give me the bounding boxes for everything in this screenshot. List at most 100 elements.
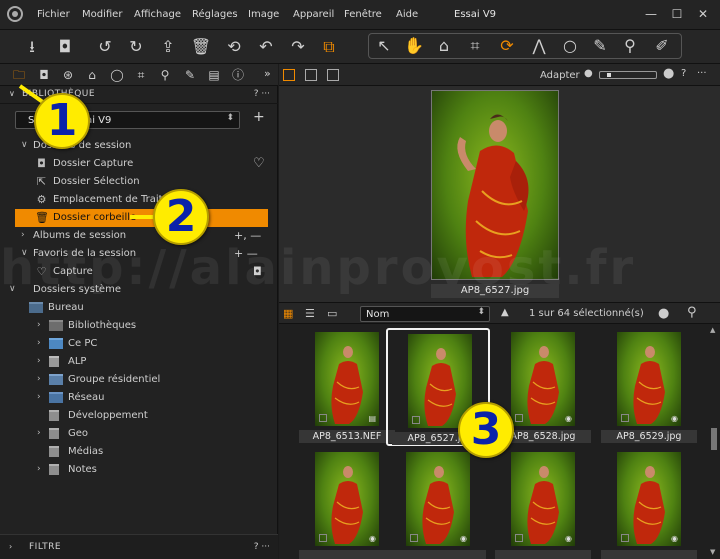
thumbnail[interactable]: ◉ [295, 448, 399, 559]
sort-direction-icon[interactable]: ▲ [501, 307, 509, 318]
select-icon[interactable]: ↖ [373, 35, 395, 57]
chevron-right-icon[interactable]: › [37, 356, 41, 366]
compare-view-icon[interactable] [327, 69, 339, 81]
scrollbar-thumb[interactable] [711, 428, 717, 450]
multi-view-icon[interactable] [283, 69, 295, 81]
pan-icon[interactable]: ✋ [403, 35, 425, 57]
menu-image[interactable]: Image [248, 9, 279, 20]
zoom-slider-thumb[interactable] [607, 73, 611, 77]
chevron-right-icon[interactable]: › [9, 542, 12, 551]
capture-icon[interactable]: ◘ [54, 36, 76, 58]
chevron-right-icon[interactable]: › [37, 464, 41, 474]
variants-icon[interactable]: ⧉ [318, 36, 340, 58]
undo-icon[interactable]: ⟲ [223, 36, 245, 58]
thumbnail-image[interactable]: ◉ [617, 332, 681, 426]
thumbnail-checkbox[interactable] [319, 414, 327, 422]
redo-icon[interactable]: ↷ [287, 36, 309, 58]
chevron-right-icon[interactable]: › [37, 428, 41, 438]
folder-selection[interactable]: ⇱ Dossier Sélection [0, 173, 278, 191]
capture-tab-icon[interactable]: ◘ [34, 66, 54, 84]
brush-icon[interactable]: ✎ [589, 35, 611, 57]
heart-icon[interactable]: ♡ [253, 156, 265, 171]
thumbnail-image[interactable]: ▤ [315, 332, 379, 426]
chevron-down-icon[interactable]: ∨ [9, 89, 15, 98]
chevron-right-icon[interactable]: › [37, 374, 41, 384]
browser-scrollbar[interactable]: ▲ ▼ [710, 326, 718, 556]
menu-appareil[interactable]: Appareil [293, 9, 334, 20]
sort-select[interactable]: Nom ⬍ [360, 306, 490, 322]
scroll-down-icon[interactable]: ▼ [710, 548, 715, 556]
session-albums-header[interactable]: › Albums de session +, — [0, 227, 278, 245]
folder-capture[interactable]: ◘ Dossier Capture ♡ [0, 155, 278, 173]
undo-one-icon[interactable]: ↶ [255, 36, 277, 58]
menu-aide[interactable]: Aide [396, 9, 418, 20]
thumbnail[interactable]: ◉ AP8_6529.jpg [597, 328, 701, 446]
mask-icon[interactable]: ○ [559, 35, 581, 57]
thumbnail[interactable]: ▤ AP8_6513.NEF [295, 328, 399, 446]
filmstrip-view-icon[interactable]: ▭ [327, 307, 337, 320]
folder-output[interactable]: ⚙ Emplacement de Traitement [0, 191, 278, 209]
search-icon[interactable]: ⚲ [687, 305, 697, 320]
chevron-right-icon[interactable]: › [21, 230, 25, 240]
chevron-down-icon[interactable]: ∨ [21, 248, 28, 258]
library-tab-icon[interactable]: 🗀 [9, 66, 29, 84]
sys-folder-row[interactable]: Bureau [0, 299, 278, 317]
import-icon[interactable]: ⭳ [21, 36, 43, 58]
thumbnail-checkbox[interactable] [621, 414, 629, 422]
thumbnail-checkbox[interactable] [319, 534, 327, 542]
grid-view-icon[interactable]: ▦ [283, 307, 293, 320]
sys-folder-row[interactable]: › Geo [0, 425, 278, 443]
filter-header-controls[interactable]: ? ··· [254, 542, 270, 552]
fit-label[interactable]: Adapter [540, 70, 580, 81]
sys-folder-row[interactable]: Développement [0, 407, 278, 425]
rotate-left-icon[interactable]: ↺ [94, 36, 116, 58]
close-button[interactable]: ✕ [696, 7, 710, 21]
rotate-right-icon[interactable]: ↻ [125, 36, 147, 58]
metadata-tab-icon[interactable]: ▤ [204, 66, 224, 84]
scroll-up-icon[interactable]: ▲ [710, 326, 715, 334]
crop-icon[interactable]: ⌗ [464, 35, 486, 57]
color-tab-icon[interactable]: ⊛ [58, 66, 78, 84]
add-library-button[interactable]: + [253, 109, 265, 125]
thumbnail-image[interactable]: ◉ [315, 452, 379, 546]
thumbnail[interactable]: ◉ [491, 448, 595, 559]
loupe-icon[interactable]: ⌂ [433, 35, 455, 57]
favorites-controls[interactable]: + — [234, 247, 258, 260]
person-icon[interactable]: ● [658, 306, 669, 321]
thumbnail-checkbox[interactable] [412, 416, 420, 424]
thumbnail[interactable]: ◉ [597, 448, 701, 559]
sys-folder-row[interactable]: › ALP [0, 353, 278, 371]
lens-tab-icon[interactable]: ◯ [107, 66, 127, 84]
sys-folder-row[interactable]: Médias [0, 443, 278, 461]
viewer-photo[interactable] [431, 90, 559, 280]
annotation-icon[interactable]: ✐ [651, 35, 673, 57]
chevron-down-icon[interactable]: ∨ [9, 284, 16, 294]
menu-fenetre[interactable]: Fenêtre [344, 9, 382, 20]
chevron-right-icon[interactable]: › [37, 392, 41, 402]
trash-icon[interactable]: 🗑 [190, 36, 212, 58]
session-favorites-header[interactable]: ∨ Favoris de la session + — [0, 245, 278, 263]
thumbnail-checkbox[interactable] [410, 534, 418, 542]
rotate-icon[interactable]: ⟳ [496, 35, 518, 57]
eyedropper-icon[interactable]: ⚲ [619, 35, 641, 57]
minimize-button[interactable]: — [644, 7, 658, 21]
chevron-right-icon[interactable]: › [37, 320, 41, 330]
sys-folder-row[interactable]: › Groupe résidentiel [0, 371, 278, 389]
thumbnail[interactable]: ◉ [386, 448, 490, 559]
sys-folder-row[interactable]: › Ce PC [0, 335, 278, 353]
zoom-slider[interactable] [599, 71, 657, 79]
composition-tab-icon[interactable]: ⌗ [131, 66, 151, 84]
thumbnail-checkbox[interactable] [515, 534, 523, 542]
single-view-icon[interactable] [305, 69, 317, 81]
system-folders-header[interactable]: ∨ Dossiers système [0, 281, 278, 299]
more-tabs-icon[interactable]: » [264, 67, 271, 80]
thumbnail-checkbox[interactable] [515, 414, 523, 422]
sys-folder-row[interactable]: › Réseau [0, 389, 278, 407]
info-tab-icon[interactable]: ⓘ [228, 66, 248, 84]
sys-folder-row[interactable]: › Bibliothèques [0, 317, 278, 335]
camera-icon[interactable]: ◘ [253, 265, 262, 278]
thumbnail-image[interactable]: ◉ [617, 452, 681, 546]
thumbnail-image[interactable]: ◉ [406, 452, 470, 546]
filter-header[interactable]: › FILTRE ? ··· [0, 534, 278, 559]
menu-fichier[interactable]: Fichier [37, 9, 70, 20]
